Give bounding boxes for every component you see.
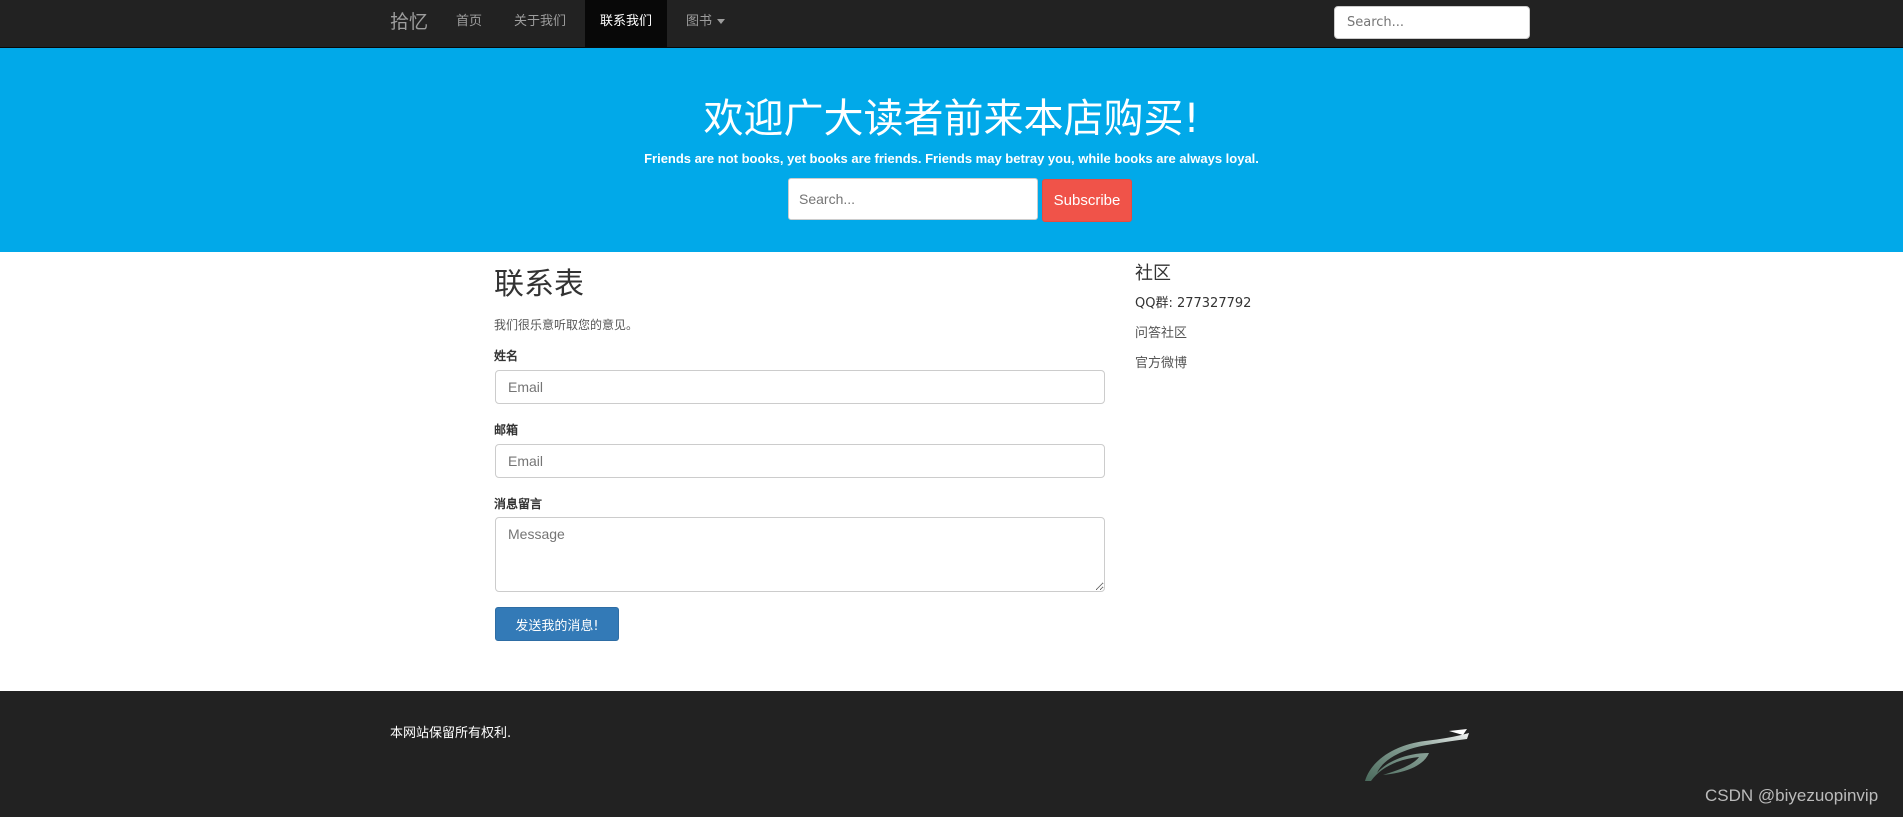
subscribe-button[interactable]: Subscribe — [1042, 179, 1132, 222]
email-input[interactable] — [495, 444, 1105, 478]
form-description: 我们很乐意听取您的意见。 — [494, 318, 639, 332]
nav-item-home[interactable]: 首页 — [441, 0, 497, 47]
email-label: 邮箱 — [494, 423, 519, 437]
hero-subtitle: Friends are not books, yet books are fri… — [644, 151, 1259, 166]
sidebar-link-official-weibo[interactable]: 官方微博 — [1135, 352, 1187, 371]
message-textarea[interactable] — [495, 517, 1105, 592]
sidebar-link-qa-community[interactable]: 问答社区 — [1135, 322, 1187, 341]
swoosh-logo-icon — [1365, 729, 1469, 781]
sidebar-title: 社区 — [1135, 263, 1171, 284]
form-title: 联系表 — [494, 267, 584, 302]
footer-copyright: 本网站保留所有权利. — [390, 726, 512, 741]
nav-item-contact[interactable]: 联系我们 — [585, 0, 668, 47]
nav-item-books-label: 图书 — [686, 14, 713, 29]
csdn-watermark: CSDN @biyezuopinvip — [1705, 786, 1879, 805]
message-label: 消息留言 — [494, 497, 543, 511]
hero-banner: 欢迎广大读者前来本店购买! Friends are not books, yet… — [0, 48, 1903, 252]
nav-item-books-dropdown[interactable]: 图书 — [671, 0, 740, 47]
page-footer: 本网站保留所有权利. CSDN @biyezuopinvip — [0, 691, 1903, 817]
hero-title: 欢迎广大读者前来本店购买! — [703, 96, 1200, 142]
send-message-button[interactable]: 发送我的消息! — [495, 607, 619, 641]
hero-search-input[interactable] — [788, 178, 1038, 220]
qq-group-text: QQ群: 277327792 — [1135, 296, 1252, 311]
nav-item-about[interactable]: 关于我们 — [499, 0, 581, 47]
name-input[interactable] — [495, 370, 1105, 404]
caret-down-icon — [717, 19, 726, 24]
top-navbar: 拾忆 首页 关于我们 联系我们 图书 — [0, 0, 1903, 48]
navbar-search-input[interactable] — [1334, 6, 1530, 39]
brand-logo-text[interactable]: 拾忆 — [390, 0, 428, 48]
name-label: 姓名 — [494, 349, 519, 363]
